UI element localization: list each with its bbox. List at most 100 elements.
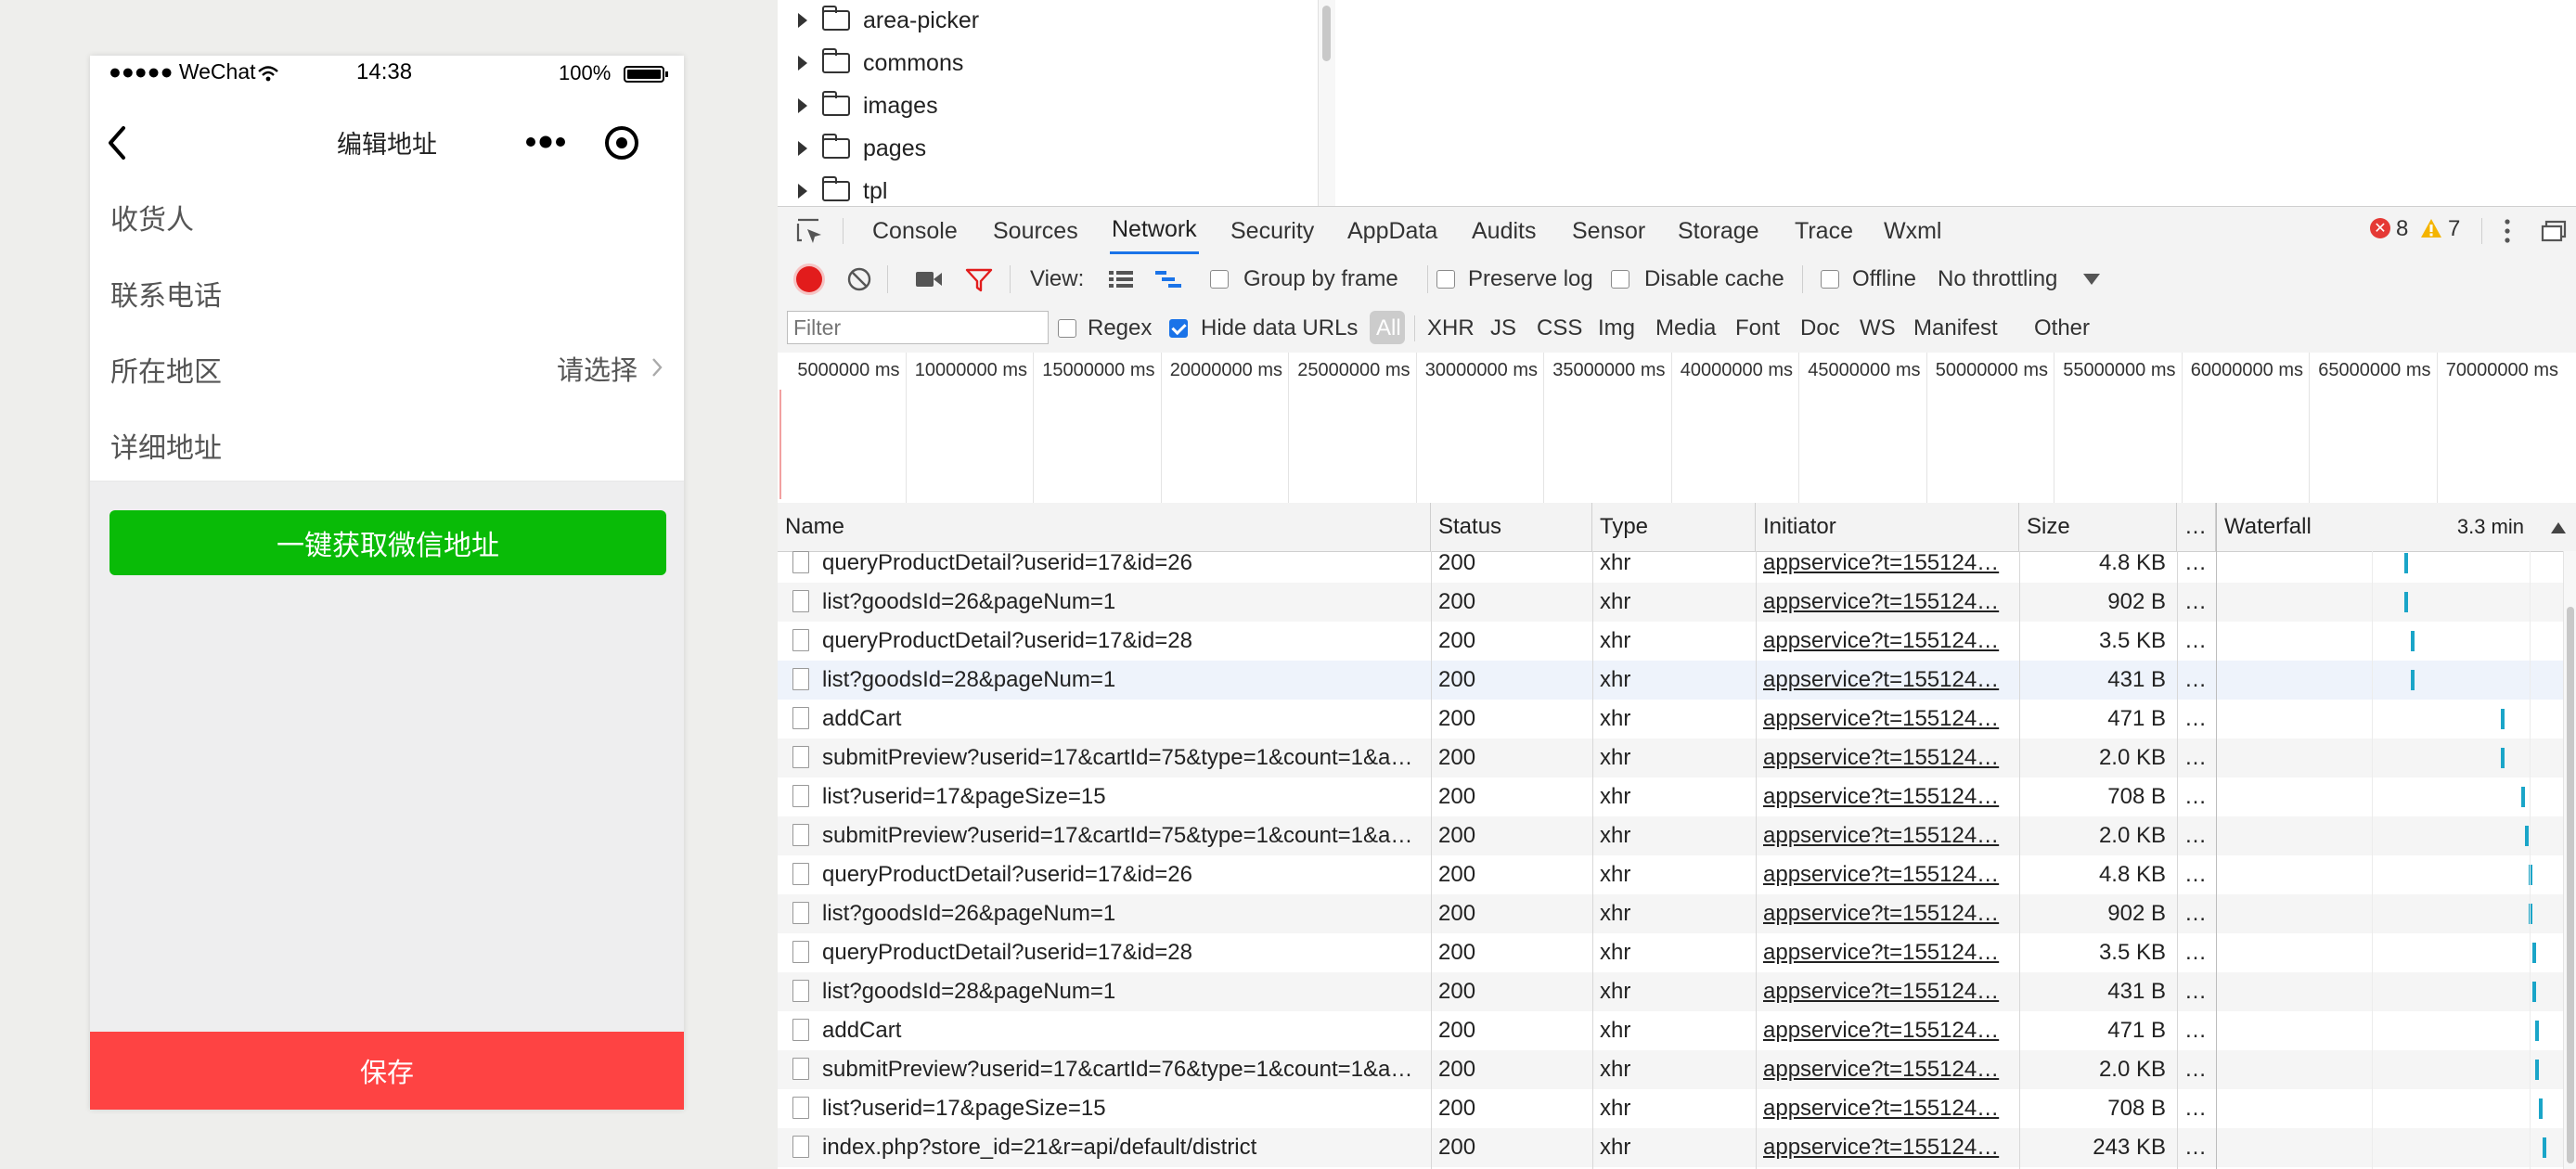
column-type[interactable]: Type (1592, 503, 1756, 551)
form-row-phone[interactable]: 联系电话 (90, 252, 684, 329)
request-initiator-link[interactable]: appservice?t=155124… (1763, 972, 2016, 1011)
request-initiator-link[interactable]: appservice?t=155124… (1763, 661, 2016, 700)
request-initiator-link[interactable]: appservice?t=155124… (1763, 1128, 2016, 1167)
request-initiator-link[interactable]: appservice?t=155124… (1763, 622, 2016, 661)
request-initiator-link[interactable]: appservice?t=155124… (1763, 583, 2016, 622)
tab-wxml[interactable]: Wxml (1884, 207, 1941, 255)
table-row[interactable]: addCart 200 xhr appservice?t=155124… 471 B… (778, 700, 2576, 739)
request-initiator-link[interactable]: appservice?t=155124… (1763, 933, 2016, 972)
column-status[interactable]: Status (1431, 503, 1592, 551)
request-name[interactable]: index.php?store_id=21&r=api/default/dist… (822, 1128, 1425, 1167)
form-row-recipient[interactable]: 收货人 (90, 176, 684, 253)
regex-checkbox[interactable] (1058, 319, 1076, 338)
request-initiator-link[interactable]: appservice?t=155124… (1763, 739, 2016, 777)
table-row[interactable]: list?goodsId=26&pageNum=1 200 xhr appservic… (778, 583, 2576, 622)
form-row-address[interactable]: 详细地址 (90, 405, 684, 482)
table-row[interactable]: index.php?store_id=21&r=api/default/dist… (778, 1128, 2576, 1167)
offline-checkbox[interactable] (1821, 270, 1839, 289)
expand-arrow-icon[interactable] (798, 98, 807, 113)
table-row[interactable]: list?goodsId=28&pageNum=1 200 xhr appservic… (778, 972, 2576, 1011)
waterfall-overview-icon[interactable] (1154, 269, 1182, 289)
request-initiator-link[interactable]: appservice?t=155124… (1763, 816, 2016, 855)
tab-storage[interactable]: Storage (1678, 207, 1759, 255)
preserve-log-checkbox[interactable] (1436, 270, 1455, 289)
filter-type-media[interactable]: Media (1655, 304, 1716, 353)
expand-arrow-icon[interactable] (798, 184, 807, 199)
request-name[interactable]: addCart (822, 1011, 1425, 1050)
error-count[interactable]: 8 (2396, 216, 2408, 242)
clear-icon[interactable] (846, 266, 872, 292)
hide-data-urls-checkbox[interactable] (1169, 319, 1188, 338)
tab-sensor[interactable]: Sensor (1572, 207, 1645, 255)
request-name[interactable]: addCart (822, 700, 1425, 739)
request-name[interactable]: list?goodsId=26&pageNum=1 (822, 583, 1425, 622)
large-rows-icon[interactable] (1108, 269, 1134, 289)
tree-scrollbar-thumb[interactable] (1322, 6, 1331, 61)
throttling-select[interactable]: No throttling (1938, 254, 2057, 304)
expand-arrow-icon[interactable] (798, 13, 807, 28)
record-button[interactable] (796, 266, 822, 292)
request-name[interactable]: submitPreview?userid=17&cartId=76&type=1… (822, 1050, 1425, 1089)
expand-arrow-icon[interactable] (798, 56, 807, 71)
table-row[interactable]: list?userid=17&pageSize=15 200 xhr appservi… (778, 777, 2576, 816)
region-select-value[interactable]: 请选择 (557, 349, 638, 388)
tab-audits[interactable]: Audits (1472, 207, 1536, 255)
filter-type-xhr[interactable]: XHR (1427, 304, 1475, 353)
request-initiator-link[interactable]: appservice?t=155124… (1763, 855, 2016, 894)
filter-type-all[interactable]: All (1376, 304, 1401, 353)
tab-console[interactable]: Console (872, 207, 958, 255)
table-row[interactable]: queryProductDetail?userid=17&id=28 200 xhr… (778, 933, 2576, 972)
filter-icon[interactable] (965, 267, 993, 293)
tab-security[interactable]: Security (1230, 207, 1314, 255)
request-name[interactable]: list?userid=17&pageSize=15 (822, 777, 1425, 816)
table-row[interactable]: list?userid=17&pageSize=15 200 xhr appservi… (778, 1089, 2576, 1128)
request-initiator-link[interactable]: appservice?t=155124… (1763, 894, 2016, 933)
table-row[interactable]: list?goodsId=26&pageNum=1 200 xhr appservic… (778, 894, 2576, 933)
warning-count[interactable]: 7 (2448, 216, 2460, 242)
request-name[interactable]: submitPreview?userid=17&cartId=75&type=1… (822, 816, 1425, 855)
table-row[interactable]: list?goodsId=28&pageNum=1 200 xhr appservic… (778, 661, 2576, 700)
tab-trace[interactable]: Trace (1795, 207, 1853, 255)
request-name[interactable]: submitPreview?userid=17&cartId=75&type=1… (822, 739, 1425, 777)
close-capsule-icon[interactable] (603, 124, 640, 161)
filter-type-doc[interactable]: Doc (1800, 304, 1840, 353)
request-initiator-link[interactable]: appservice?t=155124… (1763, 551, 2016, 583)
table-row[interactable]: submitPreview?userid=17&cartId=75&type=1… (778, 739, 2576, 777)
tab-appdata[interactable]: AppData (1347, 207, 1437, 255)
request-name[interactable]: queryProductDetail?userid=17&id=28 (822, 622, 1425, 661)
column-waterfall[interactable]: Waterfall 3.3 min (2216, 503, 2576, 551)
column-initiator[interactable]: Initiator (1756, 503, 2019, 551)
request-name[interactable]: queryProductDetail?userid=17&id=26 (822, 551, 1425, 583)
filter-type-css[interactable]: CSS (1537, 304, 1582, 353)
table-row[interactable]: queryProductDetail?userid=17&id=26 200 xhr… (778, 855, 2576, 894)
request-name[interactable]: list?userid=17&pageSize=15 (822, 1089, 1425, 1128)
kebab-menu-icon[interactable] (2502, 218, 2513, 244)
tab-network[interactable]: Network (1110, 207, 1199, 255)
request-initiator-link[interactable]: appservice?t=155124… (1763, 777, 2016, 816)
table-row[interactable]: queryProductDetail?userid=17&id=26 200 xhr… (778, 551, 2576, 583)
request-name[interactable]: list?goodsId=26&pageNum=1 (822, 894, 1425, 933)
tab-sources[interactable]: Sources (993, 207, 1078, 255)
tree-folder-images[interactable]: images (798, 85, 938, 126)
request-initiator-link[interactable]: appservice?t=155124… (1763, 1089, 2016, 1128)
filter-type-manifest[interactable]: Manifest (1913, 304, 1998, 353)
timeline-overview[interactable]: 5000000 ms 10000000 ms 15000000 ms 20000000… (778, 353, 2576, 504)
request-initiator-link[interactable]: appservice?t=155124… (1763, 1050, 2016, 1089)
filter-type-other[interactable]: Other (2034, 304, 2090, 353)
tree-folder-area-picker[interactable]: area-picker (798, 0, 979, 41)
more-dots-icon[interactable] (524, 132, 567, 152)
request-list-scrollbar[interactable] (2563, 551, 2576, 1169)
column-more[interactable]: … (2177, 503, 2216, 551)
disable-cache-checkbox[interactable] (1611, 270, 1629, 289)
filter-type-img[interactable]: Img (1598, 304, 1635, 353)
get-wechat-address-button[interactable]: 一键获取微信地址 (109, 510, 666, 575)
inspect-element-icon[interactable] (796, 218, 824, 246)
table-row[interactable]: queryProductDetail?userid=17&id=28 200 xhr… (778, 622, 2576, 661)
capture-screenshots-icon[interactable] (915, 269, 943, 289)
column-size[interactable]: Size (2019, 503, 2177, 551)
request-name[interactable]: list?goodsId=28&pageNum=1 (822, 972, 1425, 1011)
filter-type-ws[interactable]: WS (1860, 304, 1896, 353)
tree-folder-pages[interactable]: pages (798, 128, 926, 169)
request-name[interactable]: queryProductDetail?userid=17&id=26 (822, 855, 1425, 894)
filter-input[interactable] (787, 311, 1049, 344)
